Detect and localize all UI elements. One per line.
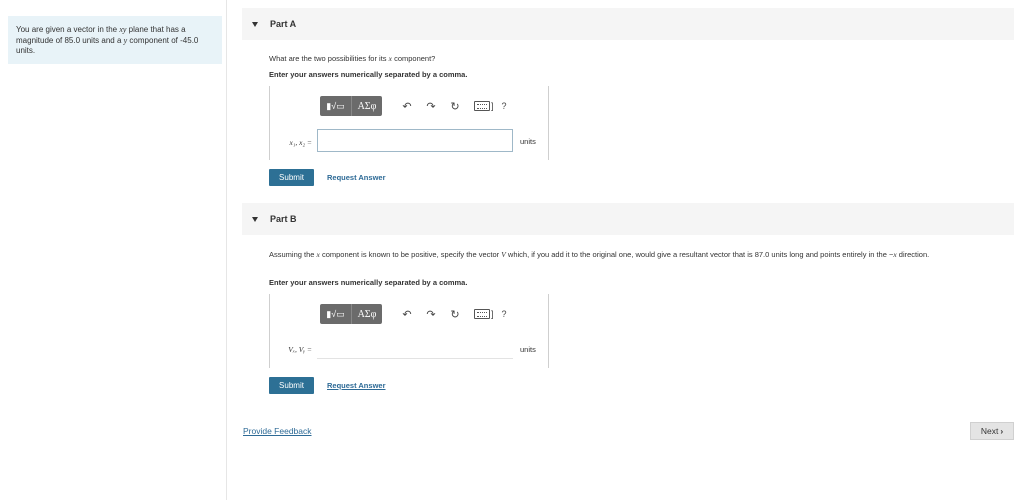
part-b-request-answer-link[interactable]: Request Answer bbox=[327, 381, 386, 390]
next-label: Next bbox=[980, 426, 999, 436]
templates-button[interactable]: ▮√▭ bbox=[320, 304, 352, 324]
redo-icon[interactable]: ↷ bbox=[426, 308, 436, 321]
next-button[interactable]: Next › bbox=[970, 422, 1014, 440]
part-b-toolbar-group: ▮√▭ ΑΣφ bbox=[320, 304, 382, 324]
part-b-answer-input[interactable] bbox=[317, 336, 513, 359]
part-b-units-label: units bbox=[520, 345, 536, 354]
part-a-header[interactable]: Part A bbox=[242, 8, 1014, 40]
part-a-instruction: Enter your answers numerically separated… bbox=[269, 70, 468, 79]
part-a-answer-input[interactable] bbox=[317, 129, 513, 152]
undo-icon[interactable]: ↶ bbox=[402, 308, 412, 321]
keyboard-icon[interactable] bbox=[474, 101, 490, 111]
part-b-question: Assuming the x component is known to be … bbox=[269, 250, 999, 260]
column-divider bbox=[226, 0, 227, 500]
part-a-submit-button[interactable]: Submit bbox=[269, 169, 314, 186]
help-icon[interactable]: ? bbox=[502, 309, 507, 319]
undo-icon[interactable]: ↶ bbox=[402, 100, 412, 113]
reset-icon[interactable]: ↻ bbox=[450, 308, 460, 321]
part-b-question-text-3: which, if you add it to the original one… bbox=[505, 250, 894, 259]
provide-feedback-link[interactable]: Provide Feedback bbox=[243, 426, 312, 436]
part-b-question-text-2: component is known to be positive, speci… bbox=[319, 250, 502, 259]
part-a-toolbar-group: ▮√▭ ΑΣφ bbox=[320, 96, 382, 116]
keyboard-bracket: ] bbox=[491, 101, 494, 111]
part-b-variable-label: Vₓ, Vᵧ = bbox=[288, 345, 312, 354]
keyboard-bracket: ] bbox=[491, 309, 494, 319]
part-a-answer-box: ▮√▭ ΑΣφ ↶ ↷ ↻ ] ? x₁, x₂ = units bbox=[269, 86, 549, 160]
help-icon[interactable]: ? bbox=[502, 101, 507, 111]
problem-statement: You are given a vector in the xy plane t… bbox=[8, 16, 222, 64]
part-a-request-answer-link[interactable]: Request Answer bbox=[327, 173, 386, 182]
part-b-header[interactable]: Part B bbox=[242, 203, 1014, 235]
redo-icon[interactable]: ↷ bbox=[426, 100, 436, 113]
collapse-triangle-icon[interactable] bbox=[252, 21, 258, 27]
part-b-submit-button[interactable]: Submit bbox=[269, 377, 314, 394]
part-b-question-text-1: Assuming the bbox=[269, 250, 317, 259]
keyboard-icon[interactable] bbox=[474, 309, 490, 319]
part-a-math-toolbar: ▮√▭ ΑΣφ ↶ ↷ ↻ ] ? bbox=[320, 96, 507, 116]
part-b-answer-box: ▮√▭ ΑΣφ ↶ ↷ ↻ ] ? Vₓ, Vᵧ = units bbox=[269, 294, 549, 368]
collapse-triangle-icon[interactable] bbox=[252, 216, 258, 222]
part-a-title: Part A bbox=[270, 19, 297, 29]
part-a-units-label: units bbox=[520, 137, 536, 146]
problem-text-1: You are given a vector in the bbox=[16, 25, 120, 34]
symbols-button[interactable]: ΑΣφ bbox=[352, 304, 382, 324]
symbols-button[interactable]: ΑΣφ bbox=[352, 96, 382, 116]
templates-button[interactable]: ▮√▭ bbox=[320, 96, 352, 116]
part-b-question-text-4: direction. bbox=[896, 250, 930, 259]
chevron-right-icon: › bbox=[1000, 426, 1004, 436]
part-a-question: What are the two possibilities for its x… bbox=[269, 54, 435, 64]
part-a-question-text-1: What are the two possibilities for its bbox=[269, 54, 389, 63]
reset-icon[interactable]: ↻ bbox=[450, 100, 460, 113]
part-a-variable-label: x₁, x₂ = bbox=[289, 138, 312, 147]
part-b-title: Part B bbox=[270, 214, 297, 224]
part-b-instruction: Enter your answers numerically separated… bbox=[269, 278, 468, 287]
part-b-math-toolbar: ▮√▭ ΑΣφ ↶ ↷ ↻ ] ? bbox=[320, 304, 507, 324]
part-a-question-text-2: component? bbox=[391, 54, 436, 63]
